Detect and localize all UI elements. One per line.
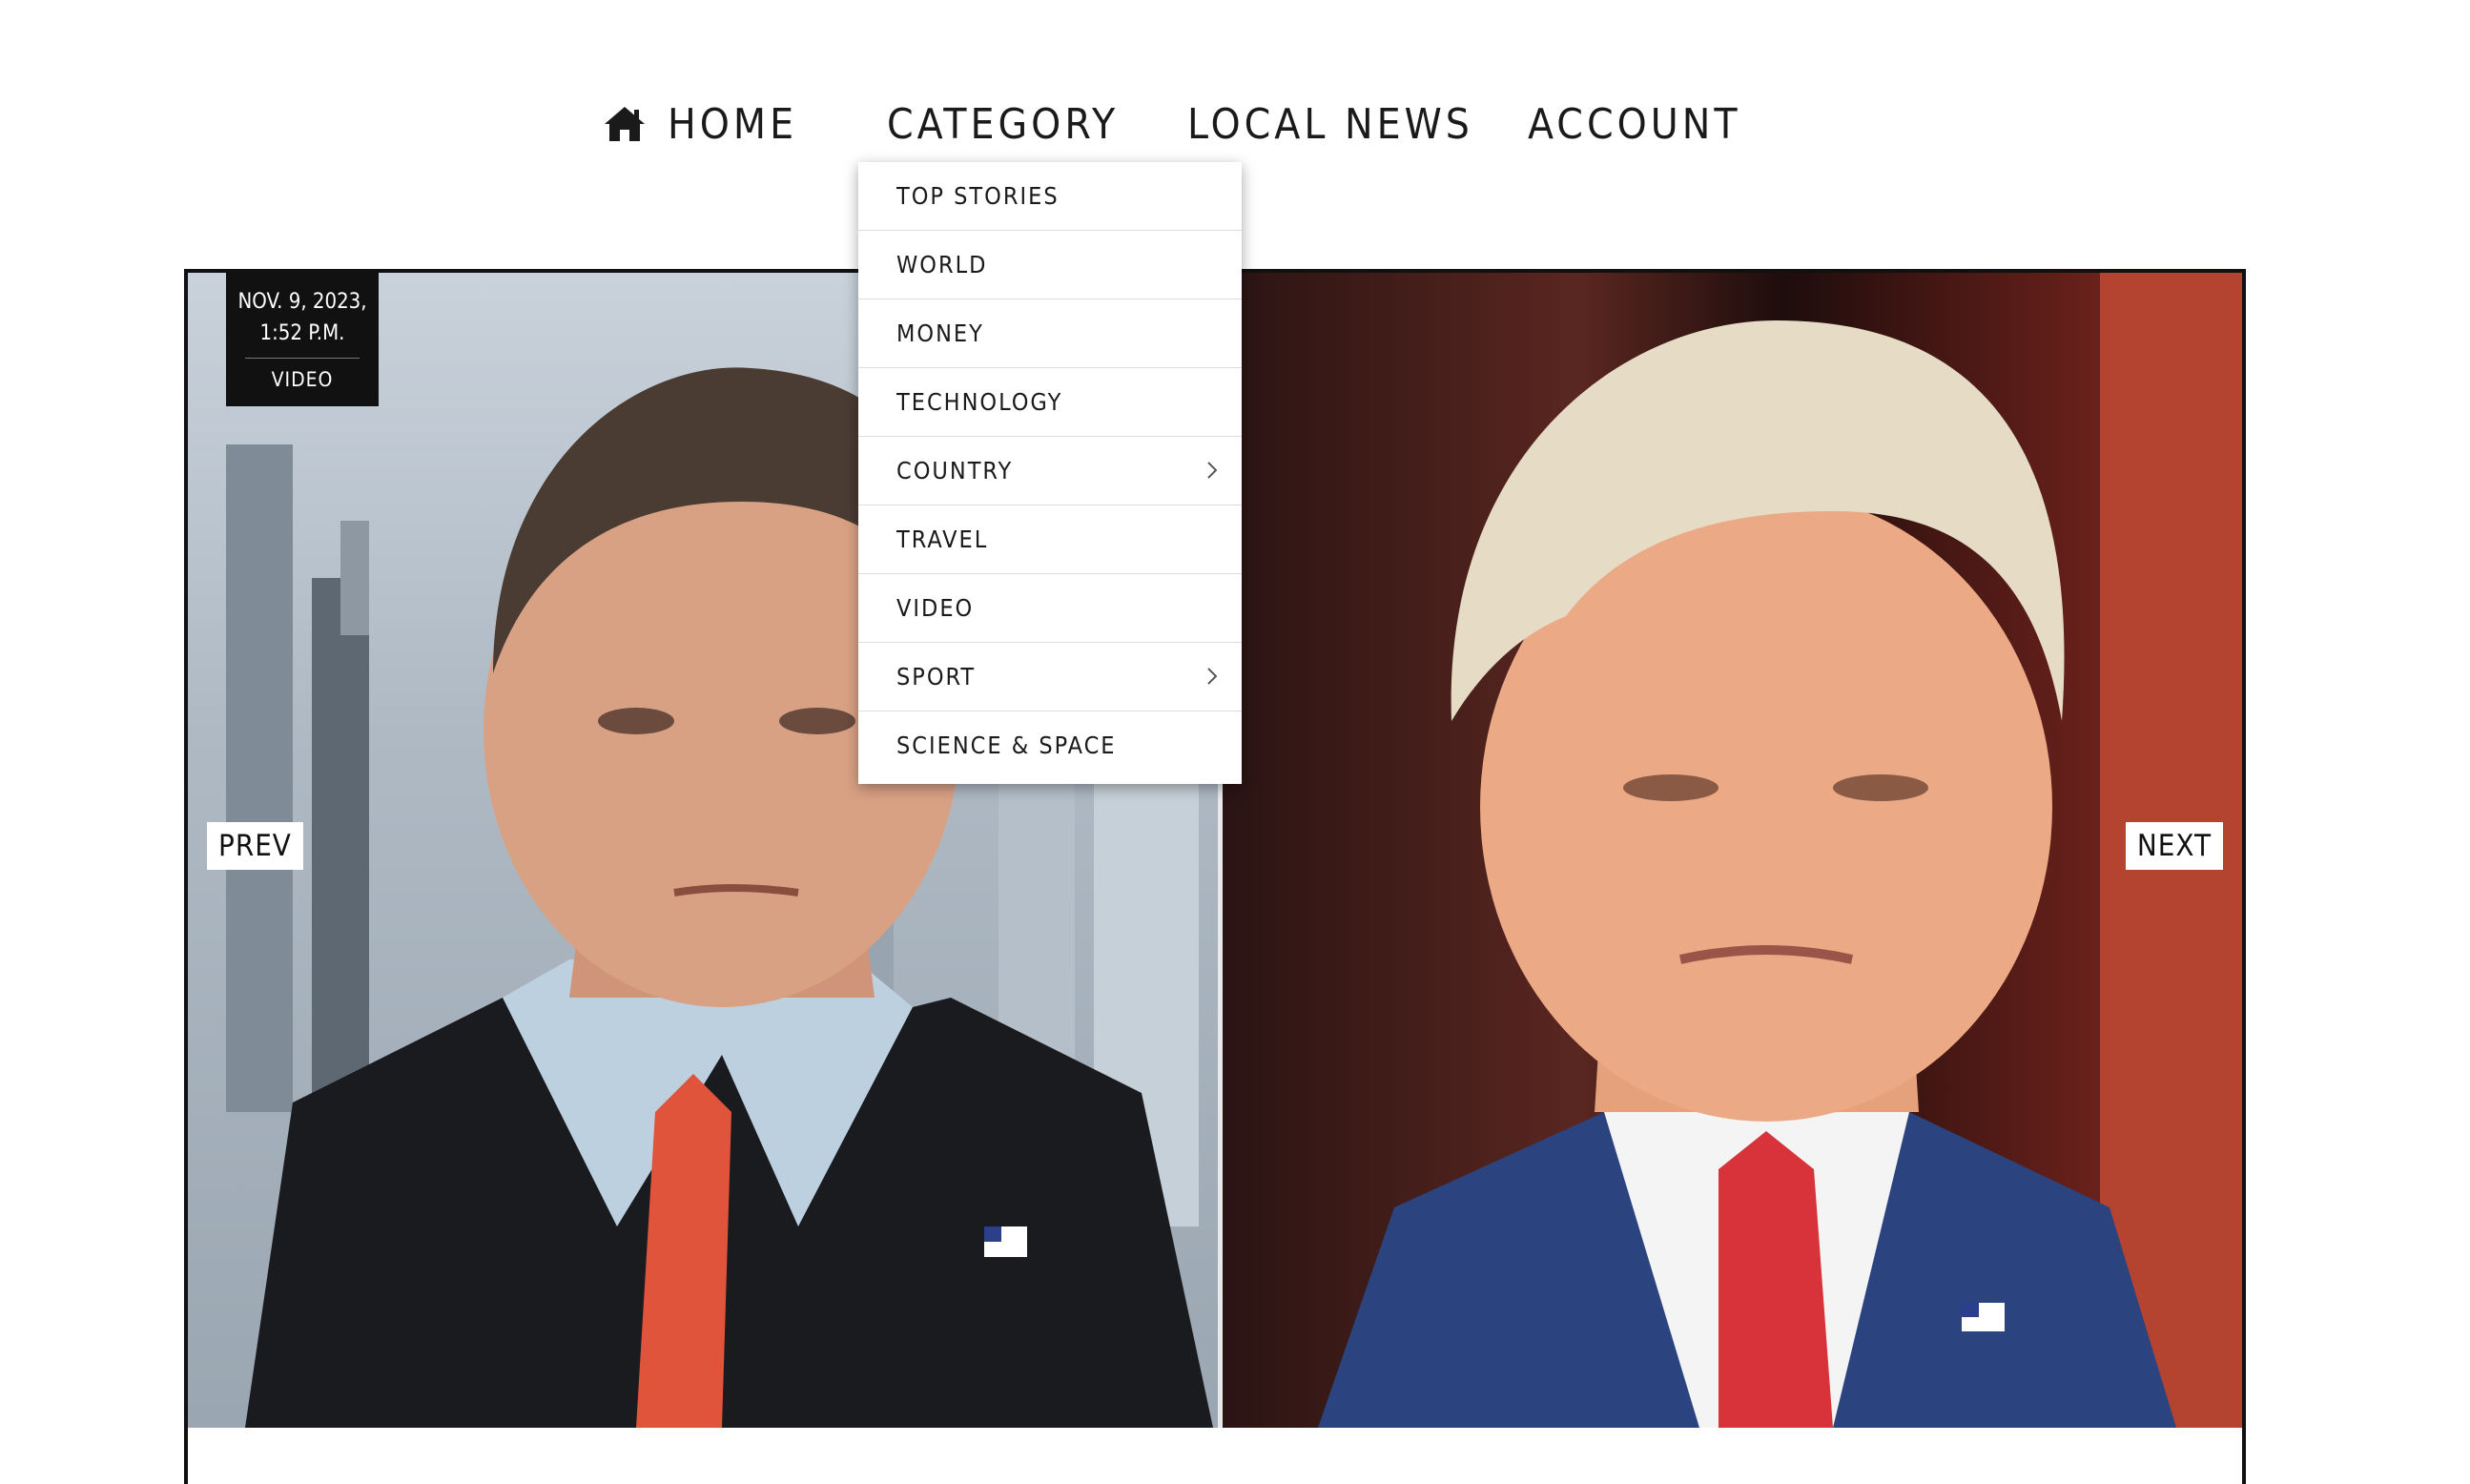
- right-photo-panel: [1223, 273, 2242, 1428]
- dropdown-item-label: MONEY: [896, 319, 984, 347]
- dropdown-item-money[interactable]: MONEY: [858, 299, 1242, 368]
- badge-date-line1: NOV. 9, 2023,: [237, 290, 367, 314]
- dropdown-item-video[interactable]: VIDEO: [858, 574, 1242, 643]
- main-nav: HOME CATEGORY LOCAL NEWS ACCOUNT: [0, 92, 2470, 158]
- home-icon: [605, 107, 645, 141]
- prev-button[interactable]: PREV: [207, 822, 303, 870]
- dropdown-item-technology[interactable]: TECHNOLOGY: [858, 368, 1242, 437]
- dropdown-item-label: TRAVEL: [896, 526, 989, 553]
- nav-account[interactable]: ACCOUNT: [1528, 92, 1741, 158]
- dropdown-item-label: TECHNOLOGY: [896, 388, 1063, 416]
- chevron-right-icon: [1207, 668, 1217, 685]
- dropdown-item-label: COUNTRY: [896, 457, 1014, 484]
- dropdown-item-label: SCIENCE & SPACE: [896, 732, 1117, 759]
- dropdown-item-science-space[interactable]: SCIENCE & SPACE: [858, 711, 1242, 780]
- dropdown-item-label: WORLD: [896, 251, 988, 278]
- dropdown-item-country[interactable]: COUNTRY: [858, 437, 1242, 505]
- badge-date-line2: 1:52 P.M.: [259, 321, 345, 345]
- chevron-right-icon: [1207, 462, 1217, 479]
- dropdown-item-sport[interactable]: SPORT: [858, 643, 1242, 711]
- next-button[interactable]: NEXT: [2125, 822, 2223, 870]
- badge-date: NOV. 9, 2023, 1:52 P.M.: [236, 286, 369, 349]
- dropdown-item-label: SPORT: [896, 663, 977, 690]
- dropdown-item-travel[interactable]: TRAVEL: [858, 505, 1242, 574]
- badge-divider: [245, 358, 360, 359]
- dropdown-item-world[interactable]: WORLD: [858, 231, 1242, 299]
- right-photo-illustration: [1318, 273, 2242, 1428]
- dropdown-item-top-stories[interactable]: TOP STORIES: [858, 162, 1242, 231]
- date-badge: NOV. 9, 2023, 1:52 P.M. VIDEO: [226, 273, 379, 406]
- nav-category[interactable]: CATEGORY: [887, 92, 1119, 158]
- category-dropdown: TOP STORIES WORLD MONEY TECHNOLOGY COUNT…: [858, 162, 1242, 784]
- page: HOME CATEGORY LOCAL NEWS ACCOUNT NOV. 9,…: [0, 0, 2470, 1484]
- badge-tag[interactable]: VIDEO: [226, 365, 379, 394]
- nav-home-label: HOME: [668, 100, 798, 149]
- nav-local-news[interactable]: LOCAL NEWS: [1187, 92, 1473, 158]
- dropdown-item-label: VIDEO: [896, 594, 975, 622]
- dropdown-item-label: TOP STORIES: [896, 182, 1060, 210]
